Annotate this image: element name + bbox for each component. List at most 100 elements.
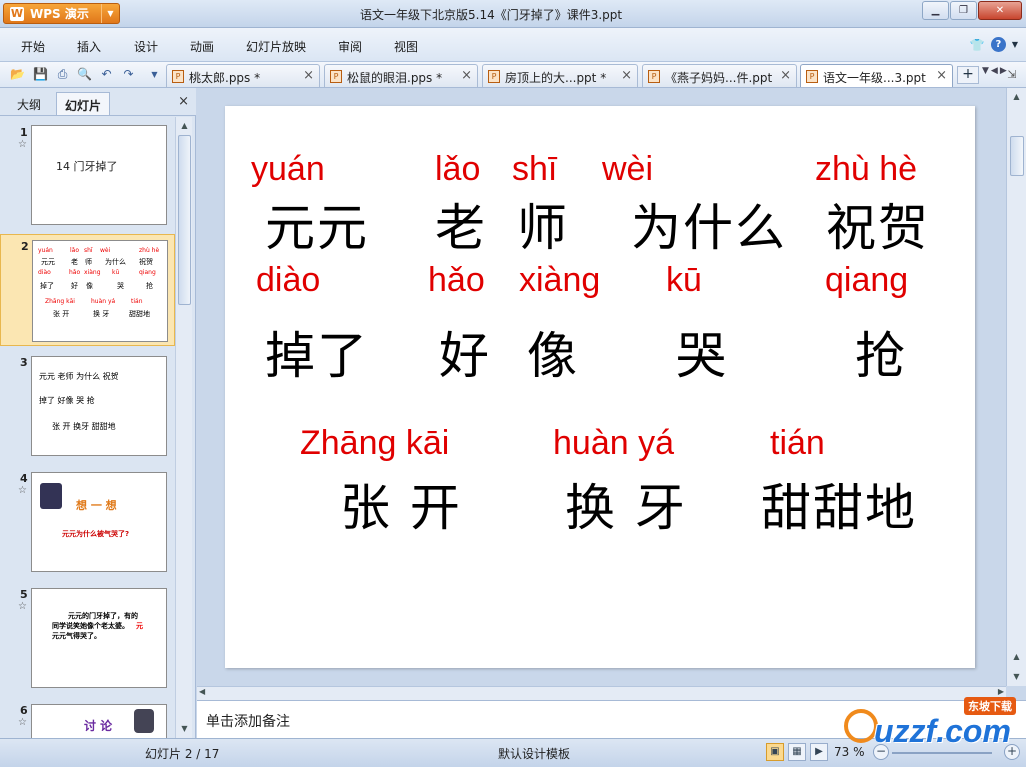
close-icon[interactable]: × <box>780 68 791 83</box>
title-bar: W WPS 演示 ▼ 语文一年级下北京版5.14《门牙掉了》课件3.ppt ▁ … <box>0 0 1026 28</box>
close-icon[interactable]: × <box>461 68 472 83</box>
app-menu-button[interactable]: W WPS 演示 ▼ <box>3 3 120 24</box>
thumbnail-row[interactable]: 6 ☆ 讨 论 <box>0 698 175 738</box>
help-icon[interactable]: ? <box>990 37 1006 52</box>
scroll-down-icon[interactable]: ▼ <box>178 722 191 736</box>
close-icon[interactable]: × <box>936 68 947 83</box>
save-icon[interactable]: 💾 <box>32 66 49 83</box>
hanzi-text[interactable]: 抢 <box>855 316 907 388</box>
hanzi-text[interactable]: 元元 <box>265 188 369 260</box>
doc-tab-5-active[interactable]: P 语文一年级...3.ppt × <box>800 64 953 87</box>
slide-thumbnail[interactable]: 元元的门牙掉了，有的 同学说笑她像个老太婆。 元元气得哭了。 元 <box>31 588 167 688</box>
scroll-up-icon[interactable]: ▲ <box>178 119 191 133</box>
hanzi-text[interactable]: 像 <box>527 316 579 388</box>
hanzi-text[interactable]: 换 牙 <box>565 468 687 540</box>
close-icon[interactable]: × <box>621 68 632 83</box>
chevron-down-icon[interactable]: ▼ <box>982 66 989 76</box>
doc-tab-label: 《燕子妈妈...件.ppt <box>665 71 773 85</box>
menu-animation[interactable]: 动画 <box>190 38 214 55</box>
thumb-hanzi: 为什么 <box>105 258 126 266</box>
hanzi-text[interactable]: 掉了 <box>265 316 369 388</box>
slide-sorter-view-icon[interactable]: ▦ <box>788 743 806 761</box>
maximize-button[interactable]: ❐ <box>950 1 977 20</box>
thumbnail-row[interactable]: 1 ☆ 14 门牙掉了 <box>0 120 175 230</box>
slide-indicator: 幻灯片 2 / 17 <box>145 747 220 761</box>
doc-tab-3[interactable]: P 房顶上的大...ppt * × <box>482 64 638 87</box>
pinyin-text[interactable]: zhù hè <box>815 150 917 189</box>
chevron-down-icon[interactable]: ▼ <box>1012 40 1018 49</box>
pinyin-text[interactable]: wèi <box>602 150 653 189</box>
doc-tab-1[interactable]: P 桃太郎.pps * × <box>166 64 320 87</box>
slide-thumbnail[interactable]: 讨 论 <box>31 704 167 738</box>
skin-icon[interactable]: 👕 <box>970 38 985 52</box>
print-preview-icon[interactable]: 🔍 <box>76 66 93 83</box>
slide-thumbnail[interactable]: 想 一 想 元元为什么被气哭了? <box>31 472 167 572</box>
pinyin-text[interactable]: xiàng <box>519 261 600 300</box>
design-template-label[interactable]: 默认设计模板 <box>498 745 570 762</box>
doc-tab-2[interactable]: P 松鼠的眼泪.pps * × <box>324 64 478 87</box>
menu-view[interactable]: 视图 <box>394 38 418 55</box>
menu-review[interactable]: 审阅 <box>338 38 362 55</box>
thumb-hanzi: 好 <box>71 282 78 290</box>
open-folder-icon[interactable]: 📂 <box>9 66 26 83</box>
notes-placeholder[interactable]: 单击添加备注 <box>206 711 290 731</box>
thumbnail-row[interactable]: 5 ☆ 元元的门牙掉了，有的 同学说笑她像个老太婆。 元元气得哭了。 元 <box>0 582 175 694</box>
thumbnail-scrollbar[interactable]: ▲ ▼ <box>175 117 192 738</box>
slide-thumbnail[interactable]: yuán lǎo shī wèi zhù hè 元元 老 师 为什么 祝贺 di… <box>32 240 168 342</box>
pinyin-text[interactable]: Zhāng kāi <box>300 424 449 463</box>
pinyin-text[interactable]: tián <box>770 424 825 463</box>
scroll-up-icon[interactable]: ▲ <box>1010 90 1023 104</box>
hanzi-text[interactable]: 老 <box>435 188 487 260</box>
close-icon[interactable]: × <box>178 94 189 109</box>
current-slide[interactable]: yuán lǎo shī wèi zhù hè 元元 老 师 为什么 祝贺 di… <box>225 106 975 668</box>
hanzi-text[interactable]: 好 <box>439 316 491 388</box>
menu-start[interactable]: 开始 <box>21 38 45 55</box>
pinyin-text[interactable]: yuán <box>251 150 325 189</box>
doc-tab-4[interactable]: P 《燕子妈妈...件.ppt × <box>642 64 797 87</box>
hanzi-text[interactable]: 祝贺 <box>826 188 930 260</box>
pinyin-text[interactable]: hǎo <box>428 261 485 300</box>
toolbar-dropdown-icon[interactable]: ▼ <box>146 66 163 83</box>
slide-thumbnail[interactable]: 元元 老师 为什么 祝贺 掉了 好像 哭 抢 张 开 换牙 甜甜地 <box>31 356 167 456</box>
slide-thumbnail[interactable]: 14 门牙掉了 <box>31 125 167 225</box>
close-button[interactable]: ✕ <box>978 1 1022 20</box>
print-icon[interactable]: ⎙ <box>54 66 71 83</box>
pinyin-text[interactable]: diào <box>256 261 320 300</box>
scroll-right-icon[interactable]: ▶ <box>998 687 1004 696</box>
pinyin-text[interactable]: lǎo <box>435 150 480 189</box>
hanzi-text[interactable]: 师 <box>517 188 569 260</box>
pinyin-text[interactable]: huàn yá <box>553 424 674 463</box>
pinyin-text[interactable]: shī <box>512 150 557 189</box>
tab-outline[interactable]: 大纲 <box>9 92 49 115</box>
new-tab-button[interactable]: + <box>957 66 979 84</box>
redo-icon[interactable]: ↷ <box>120 66 137 83</box>
pin-icon[interactable]: ⇲ <box>1004 66 1020 83</box>
close-icon[interactable]: × <box>303 68 314 83</box>
slide-vertical-scrollbar[interactable]: ▲ ▲ ▼ <box>1006 88 1026 686</box>
tab-slides[interactable]: 幻灯片 <box>56 92 111 115</box>
menu-insert[interactable]: 插入 <box>77 38 101 55</box>
thumbnail-row[interactable]: 3 元元 老师 为什么 祝贺 掉了 好像 哭 抢 张 开 换牙 甜甜地 <box>0 350 175 462</box>
thumbnail-row-selected[interactable]: 2 yuán lǎo shī wèi zhù hè 元元 老 师 为什么 祝贺 … <box>0 234 175 346</box>
scrollbar-thumb[interactable] <box>1010 136 1024 176</box>
minimize-button[interactable]: ▁ <box>922 1 949 20</box>
slideshow-view-icon[interactable]: ▶ <box>810 743 828 761</box>
thumb-title: 讨 论 <box>84 719 113 733</box>
menu-slideshow[interactable]: 幻灯片放映 <box>246 38 306 55</box>
menu-design[interactable]: 设计 <box>134 38 158 55</box>
previous-slide-icon[interactable]: ▲ <box>1010 650 1023 664</box>
next-slide-icon[interactable]: ▼ <box>1010 670 1023 684</box>
pinyin-text[interactable]: qiang <box>825 261 908 300</box>
hanzi-text[interactable]: 哭 <box>676 316 728 388</box>
thumb-text: 元元的门牙掉了，有的 <box>68 612 138 620</box>
hanzi-text[interactable]: 甜甜地 <box>761 468 917 540</box>
scroll-left-icon[interactable]: ◀ <box>199 687 205 696</box>
thumbnail-row[interactable]: 4 ☆ 想 一 想 元元为什么被气哭了? <box>0 466 175 578</box>
scrollbar-thumb[interactable] <box>178 135 191 305</box>
tab-scroll-left-icon[interactable]: ◀ <box>991 66 998 76</box>
pinyin-text[interactable]: kū <box>666 261 702 300</box>
normal-view-icon[interactable]: ▣ <box>766 743 784 761</box>
hanzi-text[interactable]: 为什么 <box>631 188 787 260</box>
undo-icon[interactable]: ↶ <box>98 66 115 83</box>
hanzi-text[interactable]: 张 开 <box>340 468 462 540</box>
